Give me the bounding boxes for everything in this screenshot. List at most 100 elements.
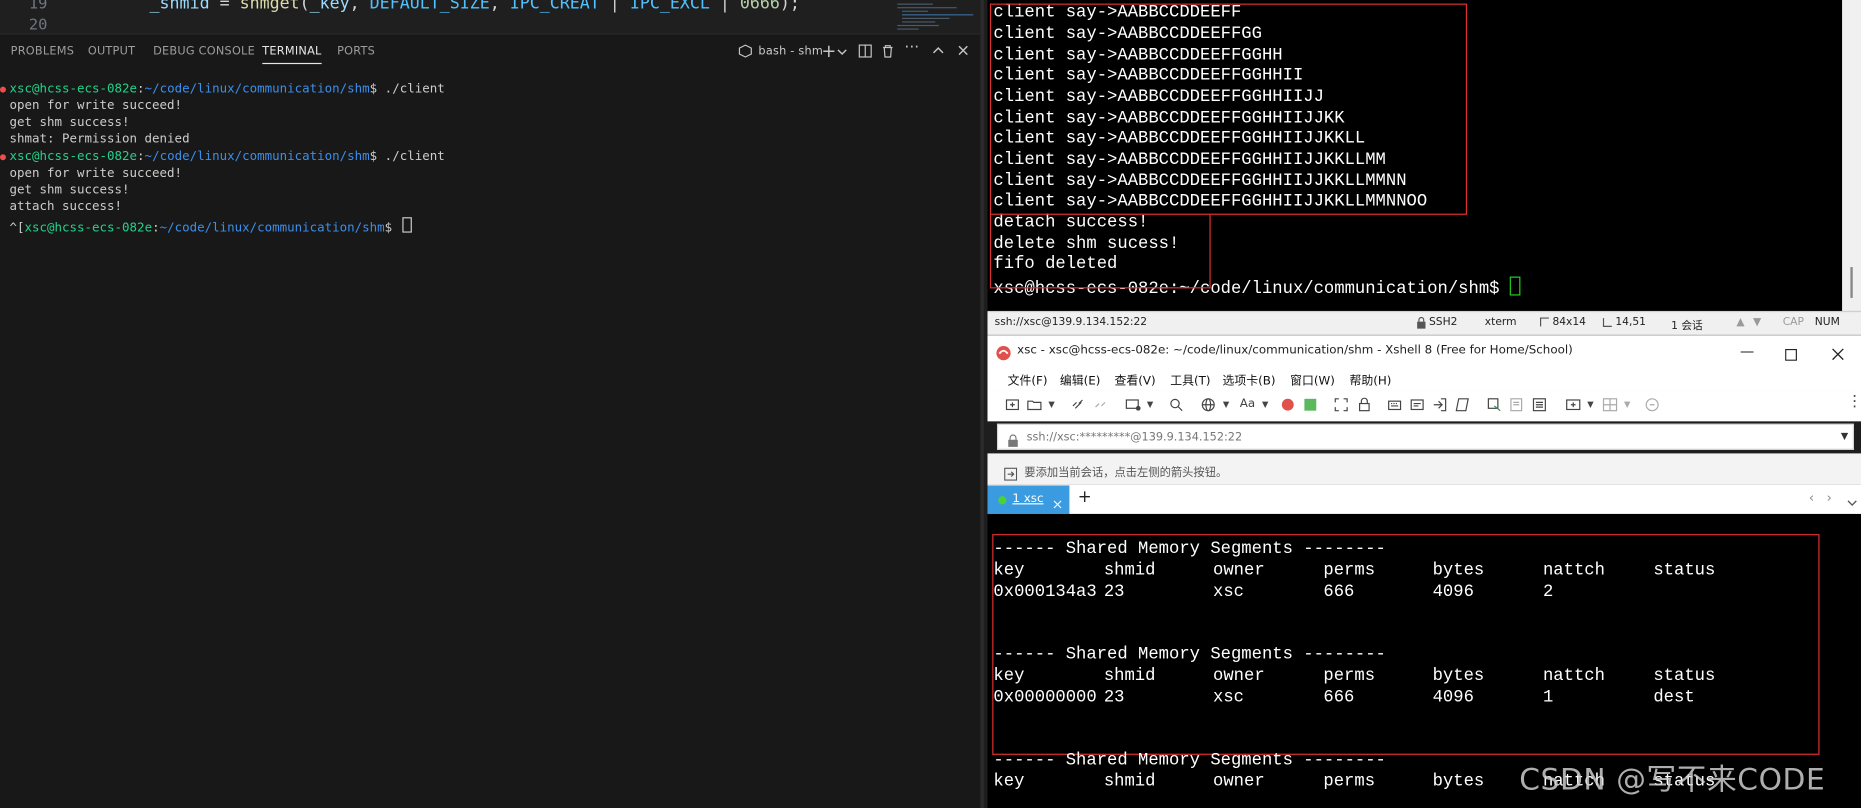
menu-help[interactable]: 帮助(H) xyxy=(1350,370,1392,388)
ipcs-header: ------ Shared Memory Segments -------- xyxy=(993,645,1386,665)
chat-icon[interactable] xyxy=(1645,398,1659,412)
lock-icon[interactable] xyxy=(1357,397,1371,412)
session-tab[interactable]: 1 xsc xyxy=(987,485,1070,514)
trash-icon[interactable] xyxy=(881,44,895,62)
tab-problems[interactable]: PROBLEMS xyxy=(11,45,74,58)
menu-window[interactable]: 窗口(W) xyxy=(1290,370,1335,388)
more-icon[interactable]: ⋮ xyxy=(1847,394,1861,409)
highlight-box xyxy=(989,3,1468,215)
ipcs-col-status: status xyxy=(1653,667,1716,687)
log-icon[interactable] xyxy=(1510,398,1524,412)
screen-icon[interactable] xyxy=(1125,398,1141,412)
xftp-green-icon[interactable] xyxy=(1303,398,1317,412)
transfer-icon[interactable] xyxy=(1487,398,1501,412)
status-bar: ssh://xsc@139.9.134.152:22 SSH2 xterm 84… xyxy=(987,310,1861,335)
more-icon[interactable]: ··· xyxy=(904,39,919,57)
add-tab-icon[interactable] xyxy=(1566,398,1581,412)
window-close-icon[interactable] xyxy=(1831,343,1844,366)
notes-icon[interactable] xyxy=(1532,398,1546,412)
session-arrow-icon[interactable] xyxy=(1004,463,1018,486)
chevron-down-icon[interactable] xyxy=(837,45,848,60)
chevron-up-icon[interactable] xyxy=(932,44,945,61)
globe-icon[interactable] xyxy=(1201,398,1215,412)
layout-icon[interactable] xyxy=(1602,398,1618,412)
tab-close-icon[interactable] xyxy=(1053,491,1062,514)
code-token: 0666 xyxy=(739,0,780,14)
code-editor[interactable]: 19 20 _shmid = shmget(_key, DEFAULT_SIZE… xyxy=(0,0,984,34)
keyboard-icon[interactable] xyxy=(1387,398,1402,412)
minimap[interactable] xyxy=(893,0,976,33)
script-icon[interactable] xyxy=(1455,398,1469,412)
dropdown-arrow-icon[interactable]: ▼ xyxy=(1258,398,1272,412)
xshell-title-bar[interactable]: xsc - xsc@hcss-ecs-082e: ~/code/linux/co… xyxy=(987,334,1861,368)
split-icon[interactable] xyxy=(858,44,872,62)
scrollbar[interactable] xyxy=(1842,0,1861,311)
search-icon[interactable] xyxy=(1169,398,1183,412)
ipcs-col-perms: perms xyxy=(1323,561,1376,581)
terminal-prompt-line: xsc@hcss-ecs-082e:~/code/linux/communica… xyxy=(9,81,445,97)
tab-scroll-right-icon[interactable]: › xyxy=(1827,490,1832,505)
menu-edit[interactable]: 编辑(E) xyxy=(1060,370,1101,388)
ipcs-col-key: key xyxy=(993,667,1025,687)
menu-tabs[interactable]: 选项卡(B) xyxy=(1223,370,1276,388)
menu-tools[interactable]: 工具(T) xyxy=(1170,370,1210,388)
open-folder-icon[interactable] xyxy=(1027,398,1042,412)
dropdown-arrow-icon[interactable]: ▼ xyxy=(1143,398,1157,412)
code-token: shmget xyxy=(239,0,300,14)
close-icon[interactable] xyxy=(957,44,970,61)
terminal-shell-label[interactable]: bash - shm xyxy=(758,45,823,58)
menu-file[interactable]: 文件(F) xyxy=(1008,370,1048,388)
tab-output[interactable]: OUTPUT xyxy=(88,45,135,58)
vscode-terminal[interactable]: xsc@hcss-ecs-082e:~/code/linux/communica… xyxy=(0,71,984,808)
ipcs-col-bytes: bytes xyxy=(1432,772,1485,792)
fullscreen-icon[interactable] xyxy=(1334,398,1348,412)
line-number: 19 xyxy=(28,0,48,14)
session-down-icon[interactable]: ▼ xyxy=(1753,317,1761,329)
unlink-icon[interactable] xyxy=(1093,398,1107,412)
code-token: ( xyxy=(299,0,310,14)
lock-icon xyxy=(1416,316,1427,332)
prompt-path: ~/code/linux/communication/shm xyxy=(159,220,385,236)
dropdown-arrow-icon[interactable]: ▼ xyxy=(1219,398,1233,412)
tab-debug-console[interactable]: DEBUG CONSOLE xyxy=(153,45,255,58)
lock-icon xyxy=(1008,430,1019,453)
dropdown-arrow-icon[interactable]: ▼ xyxy=(1620,398,1634,412)
ipcs-col-perms: perms xyxy=(1323,772,1376,792)
status-sessions: 1 会话 xyxy=(1671,320,1703,333)
error-dot-icon xyxy=(0,86,6,93)
terminal-output-line: get shm success! xyxy=(9,115,130,130)
address-dropdown-icon[interactable]: ▼ xyxy=(1841,431,1848,442)
exit-icon[interactable] xyxy=(1433,398,1447,412)
ipcs-col-perms: perms xyxy=(1323,667,1376,687)
status-cap: CAP xyxy=(1782,316,1804,329)
escape-prefix: ^[ xyxy=(9,220,25,236)
session-tab-label: 1 xsc xyxy=(1012,492,1044,506)
ipcs-col-shmid: shmid xyxy=(1103,561,1156,581)
ipcs-col-owner: owner xyxy=(1213,667,1265,687)
link-icon[interactable] xyxy=(1071,398,1085,412)
dropdown-arrow-icon[interactable]: ▼ xyxy=(1583,398,1597,412)
scrollbar-thumb[interactable] xyxy=(1850,267,1853,298)
plus-icon[interactable]: + xyxy=(821,40,836,61)
error-dot-icon xyxy=(0,154,6,161)
dropdown-arrow-icon[interactable]: ▼ xyxy=(1044,398,1058,412)
prompt-user: xsc@hcss-ecs-082e xyxy=(24,220,153,236)
address-bar[interactable]: ssh://xsc:*********@139.9.134.152:22 ▼ xyxy=(996,423,1854,453)
new-session-icon[interactable] xyxy=(1005,398,1019,412)
compose-icon[interactable] xyxy=(1410,398,1424,412)
status-num: NUM xyxy=(1814,316,1840,329)
tab-ports[interactable]: PORTS xyxy=(337,45,375,58)
prompt-path: ~/code/linux/communication/shm xyxy=(144,81,370,97)
pane-divider[interactable] xyxy=(980,0,984,808)
maximize-icon[interactable] xyxy=(1785,343,1797,366)
font-icon[interactable]: Aa xyxy=(1238,398,1257,412)
address-text: ssh://xsc:*********@139.9.134.152:22 xyxy=(1026,430,1243,444)
add-tab-button[interactable]: + xyxy=(1078,488,1092,507)
minimize-icon[interactable]: — xyxy=(1740,343,1754,360)
menu-view[interactable]: 查看(V) xyxy=(1114,370,1155,388)
tab-scroll-left-icon[interactable]: ‹ xyxy=(1809,490,1814,505)
tab-terminal[interactable]: TERMINAL xyxy=(262,45,322,65)
xshell-red-icon[interactable] xyxy=(1281,398,1295,412)
session-up-icon[interactable]: ▲ xyxy=(1736,317,1744,329)
tab-list-icon[interactable] xyxy=(1847,490,1858,513)
